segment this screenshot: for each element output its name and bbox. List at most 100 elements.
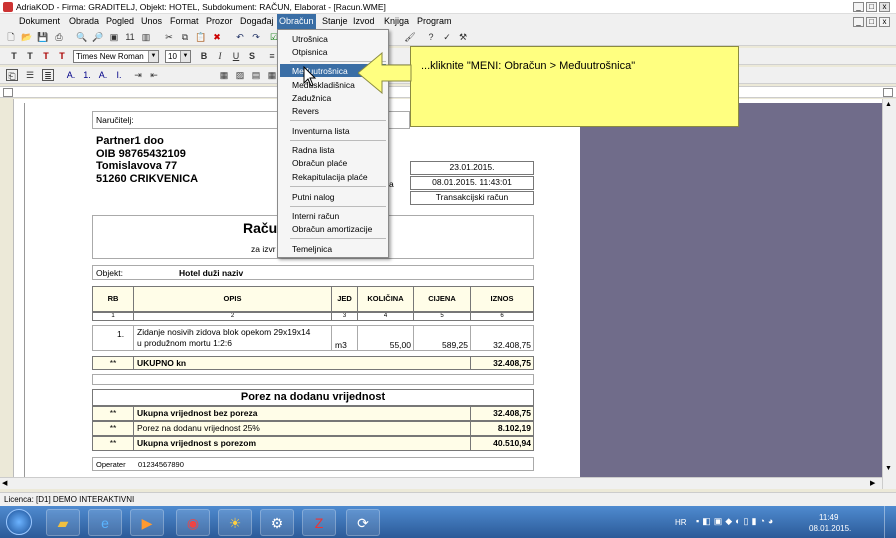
media-player-icon[interactable]: ▶ xyxy=(130,509,164,536)
outdent-icon[interactable]: ⇤ xyxy=(148,69,160,81)
table-icon[interactable]: ▦ xyxy=(218,69,230,81)
menu-item-radna-lista[interactable]: Radna lista xyxy=(292,145,335,155)
menu-item-revers[interactable]: Revers xyxy=(292,106,319,116)
paragraph-icon[interactable]: ≣ xyxy=(42,69,54,81)
close-button[interactable]: x xyxy=(879,2,890,12)
scroll-right-icon[interactable]: ▶ xyxy=(870,479,875,487)
strike-button[interactable]: S xyxy=(246,50,258,62)
menu-program[interactable]: Program xyxy=(417,16,452,26)
scroll-down-icon[interactable]: ▼ xyxy=(885,465,892,472)
mdi-minimize-button[interactable]: _ xyxy=(853,17,864,27)
app-sun-icon[interactable]: ☀ xyxy=(218,509,252,536)
tools-icon[interactable]: ⚒ xyxy=(457,31,469,43)
font-size-select[interactable]: 10 ▼ xyxy=(165,50,191,63)
open-icon[interactable]: 📂 xyxy=(21,31,33,43)
language-indicator[interactable]: HR xyxy=(675,518,687,527)
adriakod-icon[interactable]: Z xyxy=(302,509,336,536)
menu-stanje[interactable]: Stanje xyxy=(322,16,348,26)
ruler-box-right[interactable] xyxy=(883,88,893,97)
undo-icon[interactable]: ↶ xyxy=(234,31,246,43)
ie-icon[interactable]: e xyxy=(88,509,122,536)
mdi-close-button[interactable]: x xyxy=(879,17,890,27)
menu-item-obracun-amortizacije[interactable]: Obračun amortizacije xyxy=(292,224,372,234)
underline-button[interactable]: U xyxy=(230,50,242,62)
menu-item-putni-nalog[interactable]: Putni nalog xyxy=(292,192,335,202)
text-style-1[interactable]: T xyxy=(8,50,20,62)
menu-item-zaduznica[interactable]: Zadužnica xyxy=(292,93,331,103)
scroll-left-icon[interactable]: ◀ xyxy=(2,479,7,487)
menu-knjiga[interactable]: Knjiga xyxy=(384,16,409,26)
text-style-3[interactable]: T xyxy=(40,50,52,62)
menu-pogled[interactable]: Pogled xyxy=(106,16,134,26)
text-style-2[interactable]: T xyxy=(24,50,36,62)
menu-item-rekapitulacija-place[interactable]: Rekapitulacija plaće xyxy=(292,172,368,182)
menu-item-interni-racun[interactable]: Interni račun xyxy=(292,211,339,221)
brush-icon[interactable]: 🖌 xyxy=(404,31,416,43)
zoom-icon[interactable]: ▣ xyxy=(108,31,120,43)
menu-item-temeljnica[interactable]: Temeljnica xyxy=(292,244,332,254)
vertical-scrollbar[interactable]: ▲ ▼ xyxy=(882,99,896,489)
menu-unos[interactable]: Unos xyxy=(141,16,162,26)
columns-icon[interactable]: ▥ xyxy=(140,31,152,43)
page-number-icon[interactable]: 11 xyxy=(124,31,136,43)
paste-icon[interactable]: 📋 xyxy=(195,31,207,43)
italic-button[interactable]: I xyxy=(214,50,226,62)
clock-time[interactable]: 11:49 xyxy=(819,513,838,522)
font-name-select[interactable]: Times New Roman ▼ xyxy=(73,50,159,63)
horizontal-scrollbar[interactable]: ◀ ▶ xyxy=(0,477,882,489)
menu-dogadaj[interactable]: Događaj xyxy=(240,16,274,26)
maximize-button[interactable]: □ xyxy=(866,2,877,12)
frame-icon[interactable]: ▤ xyxy=(250,69,262,81)
menu-item-inventurna-lista[interactable]: Inventurna lista xyxy=(292,126,350,136)
redo-icon[interactable]: ↷ xyxy=(250,31,262,43)
style-icon[interactable]: ⎗ xyxy=(6,69,18,81)
left-margin-bar xyxy=(0,99,14,477)
objekt-label: Objekt: xyxy=(96,268,123,278)
menu-obrada[interactable]: Obrada xyxy=(69,16,99,26)
list-style-icon[interactable]: ☰ xyxy=(24,69,36,81)
menu-obracun[interactable]: Obračun xyxy=(277,14,316,29)
menu-item-meduskladisnica[interactable]: Međuskladišnica xyxy=(292,80,355,90)
find-icon[interactable]: 🔎 xyxy=(92,31,104,43)
help-icon[interactable]: ? xyxy=(425,31,437,43)
row-opis: Zidanje nosivih zidova blok opekom 29x19… xyxy=(133,325,332,351)
chrome-icon[interactable]: ◉ xyxy=(176,509,210,536)
menu-prozor[interactable]: Prozor xyxy=(206,16,233,26)
explorer-icon[interactable]: ▰ xyxy=(46,509,80,536)
header-num-3: 3 xyxy=(331,312,358,321)
menu-dokument[interactable]: Dokument xyxy=(19,16,60,26)
menu-item-utrosnica[interactable]: Utrošnica xyxy=(292,34,328,44)
heading-a2-icon[interactable]: A. xyxy=(97,69,109,81)
image-icon[interactable]: ▨ xyxy=(234,69,246,81)
text-style-4[interactable]: T xyxy=(56,50,68,62)
copy-icon[interactable]: ⧉ xyxy=(179,31,191,43)
callout-text: ...kliknite "MENI: Obračun > Međuutrošni… xyxy=(421,60,636,72)
sync-icon[interactable]: ⟳ xyxy=(346,509,380,536)
menu-format[interactable]: Format xyxy=(170,16,199,26)
scroll-up-icon[interactable]: ▲ xyxy=(885,101,892,108)
spell-icon[interactable]: ✓ xyxy=(441,31,453,43)
show-desktop-button[interactable] xyxy=(884,506,896,538)
clock-date[interactable]: 08.01.2015. xyxy=(809,524,851,533)
numbered-icon[interactable]: 1. xyxy=(81,69,93,81)
app-tools-icon[interactable]: ⚙ xyxy=(260,509,294,536)
mdi-restore-button[interactable]: □ xyxy=(866,17,877,27)
save-icon[interactable]: 💾 xyxy=(37,31,49,43)
cut-icon[interactable]: ✂ xyxy=(163,31,175,43)
heading-a-icon[interactable]: A. xyxy=(65,69,77,81)
new-icon[interactable]: 🗋 xyxy=(5,31,17,43)
minimize-button[interactable]: _ xyxy=(853,2,864,12)
menu-item-meduutrosnica[interactable]: Međuutrošnica xyxy=(292,66,348,76)
delete-icon[interactable]: ✖ xyxy=(211,31,223,43)
start-button[interactable] xyxy=(6,509,32,535)
preview-icon[interactable]: 🔍 xyxy=(76,31,88,43)
menu-izvod[interactable]: Izvod xyxy=(353,16,375,26)
indent-icon[interactable]: ⇥ xyxy=(132,69,144,81)
bold-button[interactable]: B xyxy=(198,50,210,62)
menu-item-otpisnica[interactable]: Otpisnica xyxy=(292,47,327,57)
menu-item-obracun-place[interactable]: Obračun plaće xyxy=(292,158,347,168)
roman-icon[interactable]: I. xyxy=(113,69,125,81)
ruler-box-left[interactable] xyxy=(3,88,13,97)
print-icon[interactable]: ⎙ xyxy=(53,31,65,43)
company-block: Partner1 doo OIB 98765432109 Tomislavova… xyxy=(96,135,198,185)
